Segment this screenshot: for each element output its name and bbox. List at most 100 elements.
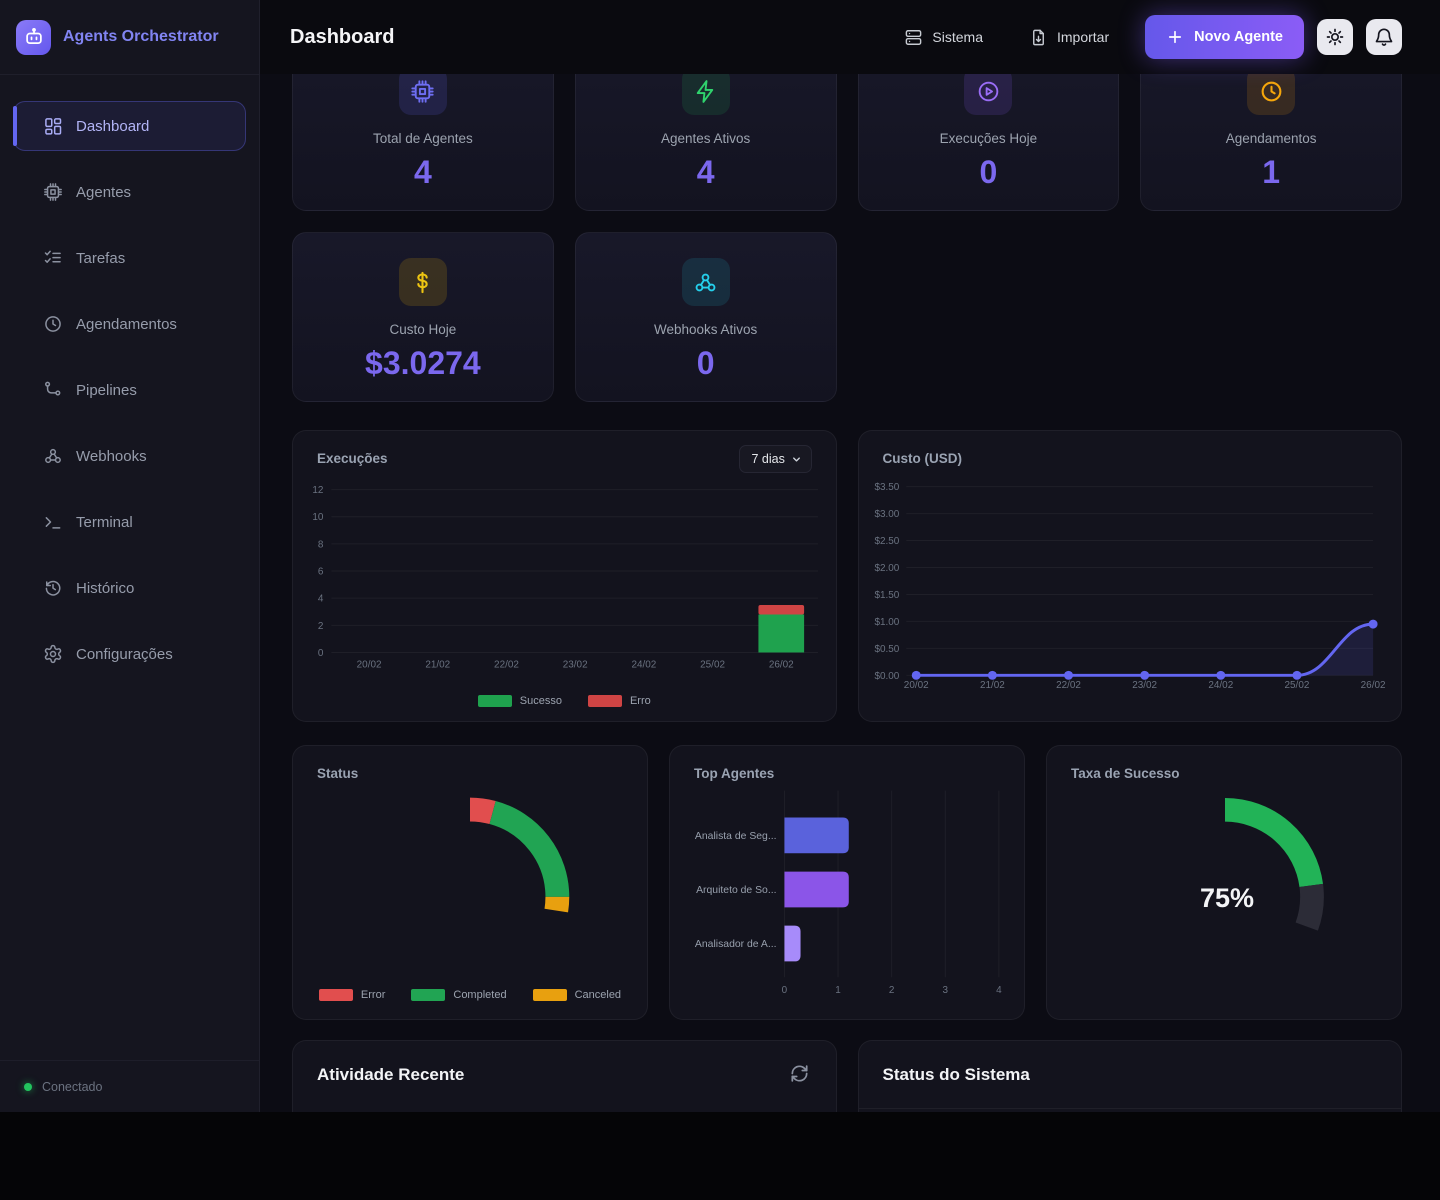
- svg-text:20/02: 20/02: [903, 680, 928, 691]
- divider: [859, 1108, 1402, 1109]
- svg-text:22/02: 22/02: [1056, 680, 1081, 691]
- legend-item: Sucesso: [478, 695, 562, 707]
- svg-text:$2.00: $2.00: [874, 563, 899, 574]
- legend-label: Completed: [453, 989, 506, 1001]
- recent-activity-card: Atividade Recente: [292, 1040, 837, 1112]
- executions-chart-card: Execuções 7 dias 02468101220/0221/0222/0…: [292, 430, 837, 722]
- svg-text:21/02: 21/02: [979, 680, 1004, 691]
- svg-text:Arquiteto de So...: Arquiteto de So...: [696, 885, 776, 896]
- svg-text:21/02: 21/02: [425, 659, 450, 670]
- sidebar-item-configuracoes[interactable]: Configurações: [13, 629, 246, 679]
- zap-icon: [682, 74, 730, 115]
- sidebar-item-terminal[interactable]: Terminal: [13, 497, 246, 547]
- chip-icon: [43, 182, 63, 202]
- svg-text:2: 2: [889, 985, 895, 996]
- stat-label: Execuções Hoje: [940, 131, 1038, 146]
- top-header: Dashboard Sistema Importar Novo Agente: [260, 0, 1440, 74]
- svg-text:24/02: 24/02: [631, 659, 656, 670]
- page-title: Dashboard: [290, 26, 904, 49]
- system-button[interactable]: Sistema: [904, 28, 983, 47]
- svg-text:$2.50: $2.50: [874, 536, 899, 547]
- svg-text:22/02: 22/02: [494, 659, 519, 670]
- clock-icon: [1247, 74, 1295, 115]
- import-button[interactable]: Importar: [1029, 28, 1109, 47]
- legend-item: Canceled: [533, 989, 621, 1001]
- sidebar-item-label: Tarefas: [76, 250, 125, 267]
- svg-text:6: 6: [318, 567, 324, 578]
- sidebar-item-label: Agendamentos: [76, 316, 177, 333]
- svg-text:4: 4: [996, 985, 1002, 996]
- svg-text:24/02: 24/02: [1208, 680, 1233, 691]
- svg-text:20/02: 20/02: [357, 659, 382, 670]
- plus-icon: [1166, 28, 1184, 46]
- import-file-icon: [1029, 28, 1048, 47]
- brand-row: Agents Orchestrator: [0, 0, 259, 75]
- legend-swatch: [319, 989, 353, 1001]
- status-donut-chart: [293, 746, 647, 1019]
- svg-text:10: 10: [312, 512, 324, 523]
- chip-icon: [399, 74, 447, 115]
- sidebar-item-tarefas[interactable]: Tarefas: [13, 233, 246, 283]
- theme-toggle-button[interactable]: [1317, 19, 1353, 55]
- success-rate-value: 75%: [1167, 883, 1287, 914]
- svg-text:26/02: 26/02: [1360, 680, 1385, 691]
- stat-value: 1: [1262, 154, 1280, 191]
- sidebar-nav: Dashboard Agentes Tarefas: [0, 75, 259, 1060]
- svg-text:1: 1: [835, 985, 841, 996]
- bell-icon: [1374, 27, 1394, 47]
- stat-label: Webhooks Ativos: [654, 322, 757, 337]
- webhook-icon: [43, 446, 63, 466]
- stat-value: 0: [979, 154, 997, 191]
- new-agent-button-label: Novo Agente: [1194, 29, 1283, 45]
- sidebar-item-agendamentos[interactable]: Agendamentos: [13, 299, 246, 349]
- sidebar-item-label: Configurações: [76, 646, 173, 663]
- connected-dot-icon: [24, 1083, 32, 1091]
- executions-legend: SucessoErro: [293, 695, 836, 707]
- sidebar-item-dashboard[interactable]: Dashboard: [13, 101, 246, 151]
- stat-value: $3.0274: [365, 345, 481, 382]
- stat-card-agendamentos: Agendamentos 1: [1140, 74, 1402, 211]
- svg-text:$1.00: $1.00: [874, 617, 899, 628]
- stat-card-total-agentes: Total de Agentes 4: [292, 74, 554, 211]
- legend-swatch: [411, 989, 445, 1001]
- import-button-label: Importar: [1057, 29, 1109, 45]
- refresh-button[interactable]: [788, 1063, 812, 1087]
- svg-text:Analisador de A...: Analisador de A...: [695, 939, 777, 950]
- svg-text:$3.50: $3.50: [874, 482, 899, 493]
- legend-label: Canceled: [575, 989, 621, 1001]
- stat-label: Custo Hoje: [389, 322, 456, 337]
- sidebar-item-pipelines[interactable]: Pipelines: [13, 365, 246, 415]
- clock-icon: [43, 314, 63, 334]
- executions-chart: 02468101220/0221/0222/0223/0224/0225/022…: [293, 431, 836, 721]
- svg-text:25/02: 25/02: [1284, 680, 1309, 691]
- svg-text:23/02: 23/02: [1132, 680, 1157, 691]
- stat-value: 4: [697, 154, 715, 191]
- dashboard-grid-icon: [43, 116, 63, 136]
- legend-swatch: [533, 989, 567, 1001]
- refresh-icon: [789, 1063, 810, 1084]
- brand-name: Agents Orchestrator: [63, 28, 219, 46]
- notifications-button[interactable]: [1366, 19, 1402, 55]
- sidebar-item-label: Terminal: [76, 514, 133, 531]
- status-legend: ErrorCompletedCanceled: [293, 989, 647, 1001]
- server-icon: [904, 28, 923, 47]
- sidebar-item-historico[interactable]: Histórico: [13, 563, 246, 613]
- system-button-label: Sistema: [932, 29, 983, 45]
- new-agent-button[interactable]: Novo Agente: [1145, 15, 1304, 59]
- recent-activity-title: Atividade Recente: [317, 1065, 464, 1085]
- legend-item: Completed: [411, 989, 506, 1001]
- svg-text:0: 0: [318, 648, 324, 659]
- stat-card-agentes-ativos: Agentes Ativos 4: [575, 74, 837, 211]
- stat-label: Agendamentos: [1226, 131, 1317, 146]
- top-agents-chart-card: Top Agentes 01234Analista de Seg...Arqui…: [669, 745, 1025, 1020]
- pipeline-icon: [43, 380, 63, 400]
- sidebar-item-label: Dashboard: [76, 118, 149, 135]
- terminal-icon: [43, 512, 63, 532]
- sidebar-item-webhooks[interactable]: Webhooks: [13, 431, 246, 481]
- success-rate-card: Taxa de Sucesso 75%: [1046, 745, 1402, 1020]
- svg-text:$3.00: $3.00: [874, 509, 899, 520]
- sidebar-item-label: Agentes: [76, 184, 131, 201]
- checklist-icon: [43, 248, 63, 268]
- sidebar-item-agentes[interactable]: Agentes: [13, 167, 246, 217]
- svg-text:2: 2: [318, 621, 324, 632]
